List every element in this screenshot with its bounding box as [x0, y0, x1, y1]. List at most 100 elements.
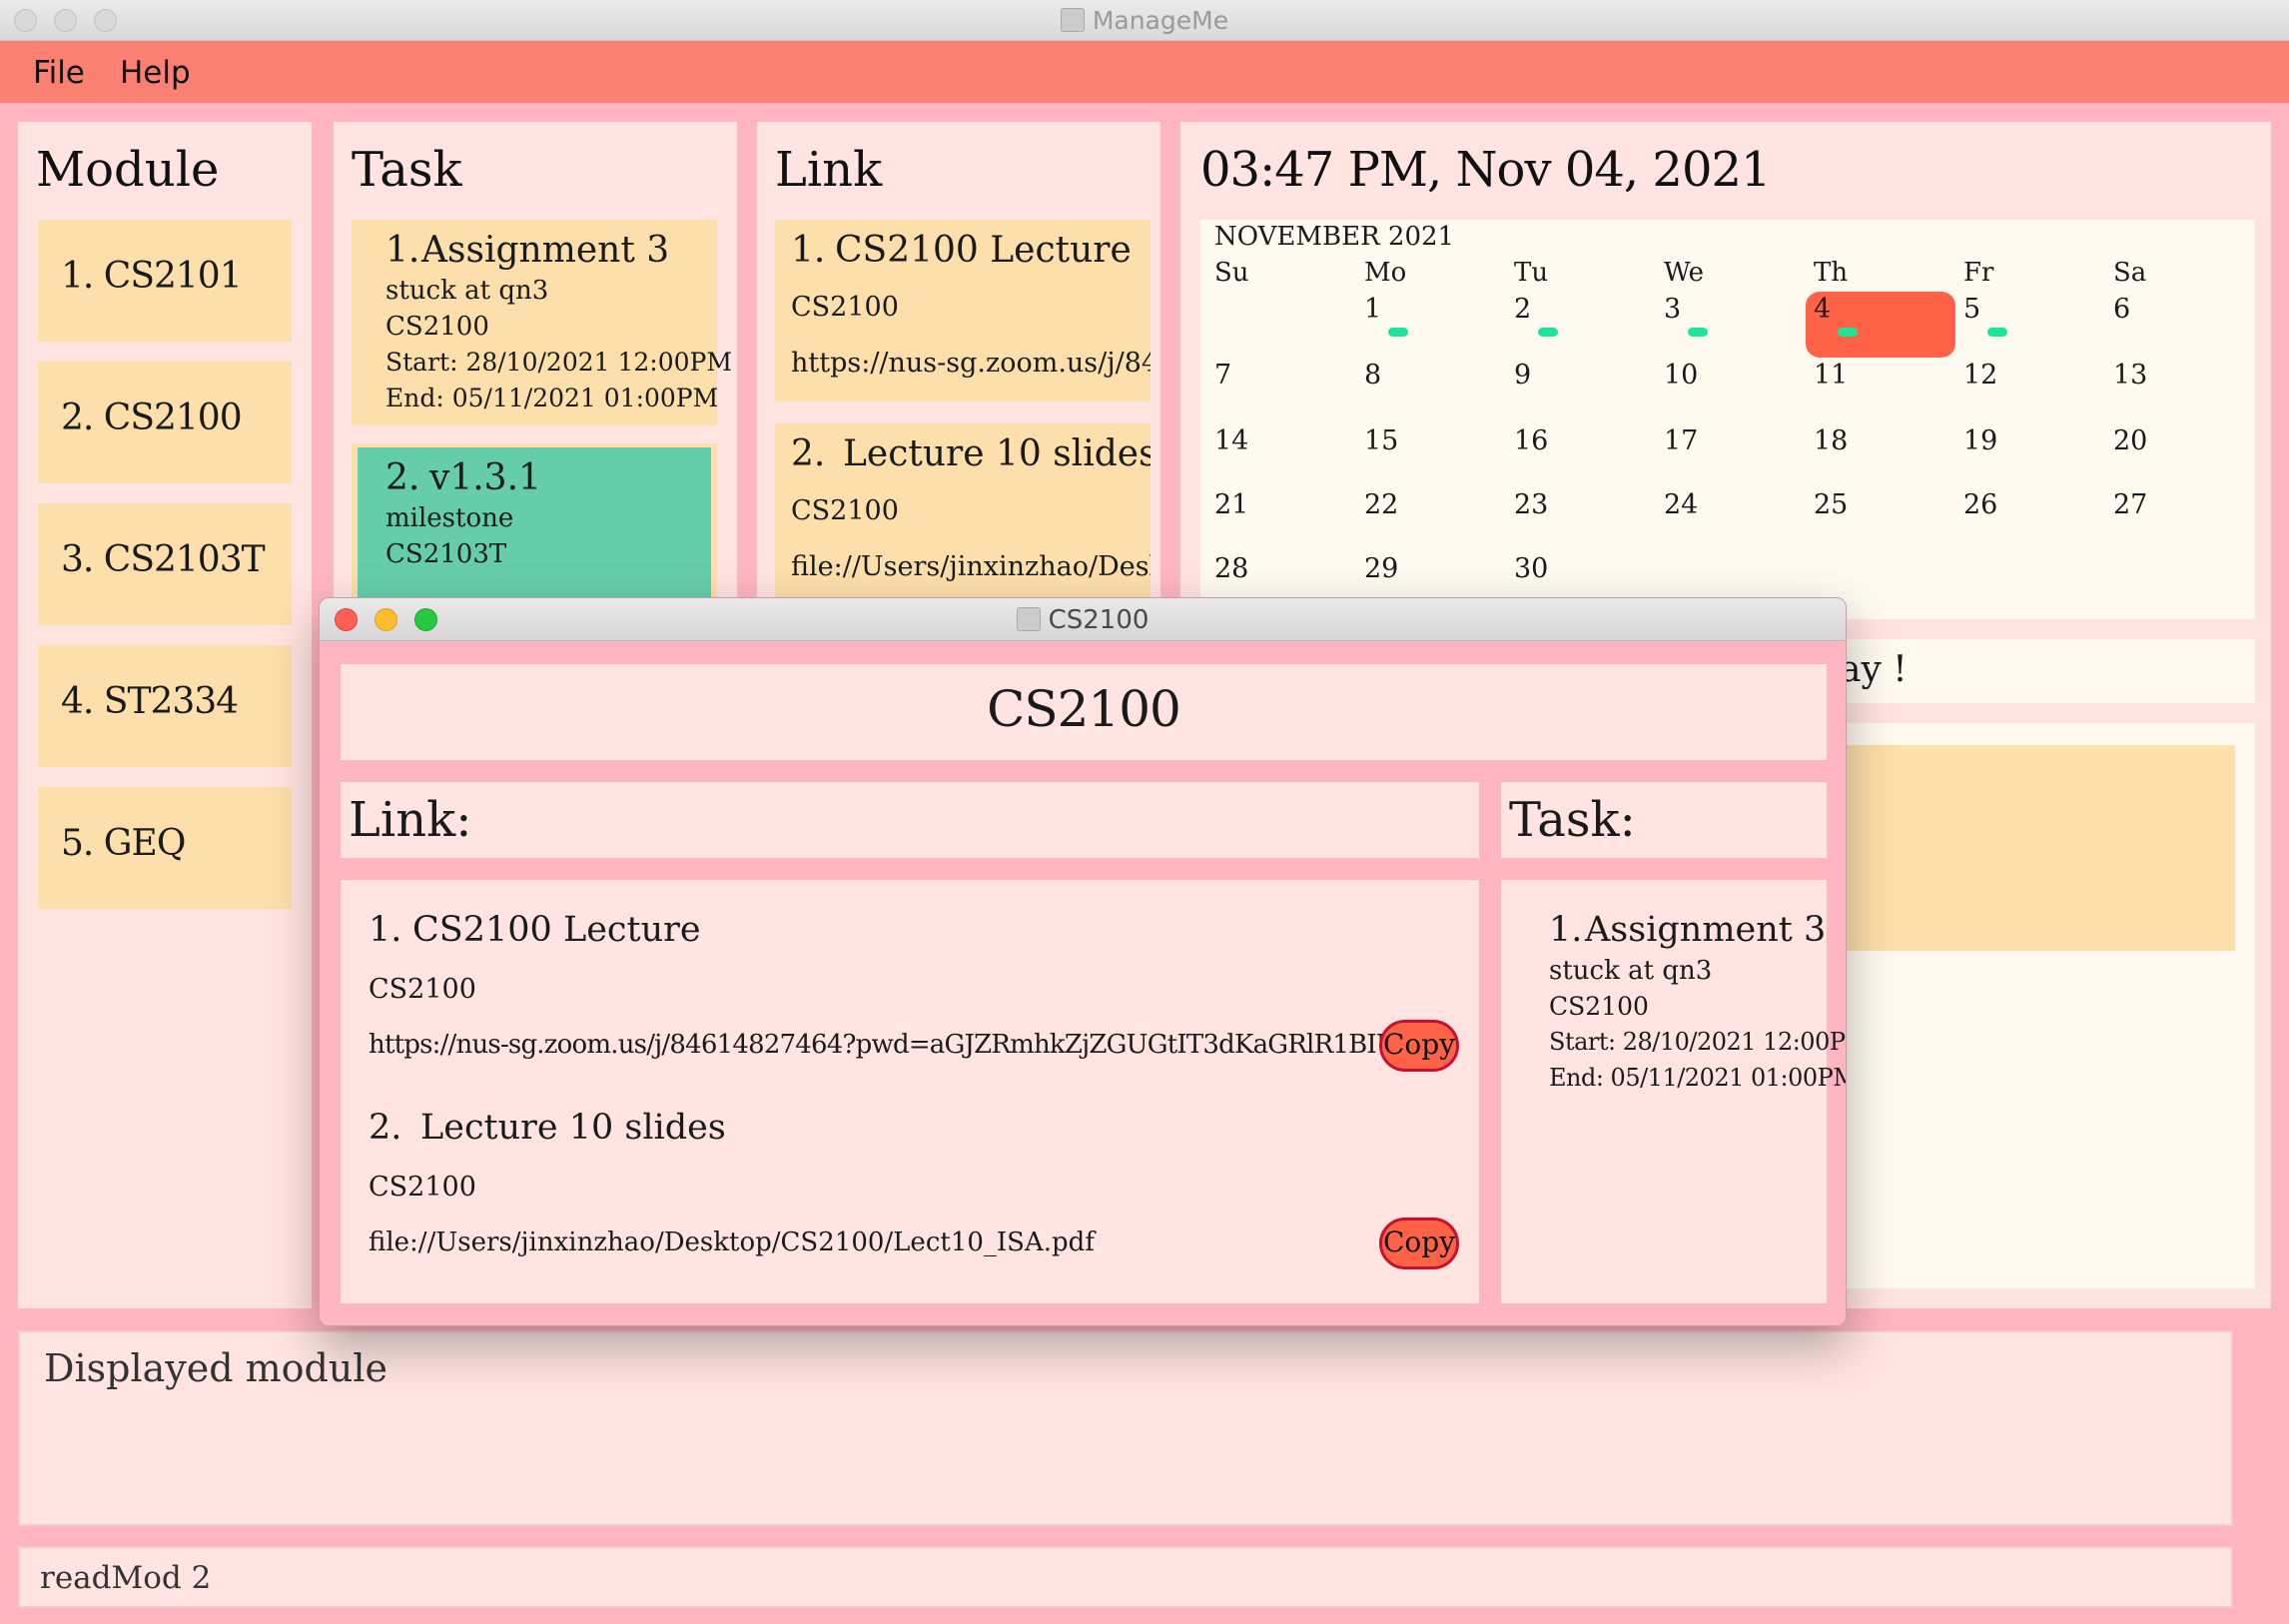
calendar-day[interactable]: 29 — [1364, 553, 1398, 584]
event-indicator — [1388, 328, 1408, 337]
link-card[interactable]: 2. Lecture 10 slides CS2100 file://Users… — [775, 423, 1150, 605]
menu-file[interactable]: File — [33, 55, 85, 91]
link-module: CS2100 — [791, 292, 899, 323]
calendar-day[interactable]: 26 — [1963, 489, 1997, 520]
calendar-day[interactable]: 2 — [1514, 294, 1531, 325]
link-name: CS2100 Lecture — [412, 910, 701, 950]
link-url[interactable]: https://nus-sg.zoom.us/j/84614 — [791, 348, 1150, 379]
link-module: CS2100 — [791, 495, 899, 526]
link-name: Lecture 10 slides — [420, 1108, 726, 1148]
popup-titlebar: CS2100 — [320, 598, 1846, 641]
module-card[interactable]: 3. CS2103T — [38, 503, 292, 625]
link-card[interactable]: 1. CS2100 Lecture CS2100 https://nus-sg.… — [775, 220, 1150, 402]
calendar-day[interactable]: 9 — [1514, 360, 1531, 391]
calendar-day[interactable]: 13 — [2113, 360, 2147, 391]
module-card[interactable]: 5. GEQ — [38, 787, 292, 909]
module-label: 5. GEQ — [61, 823, 186, 864]
command-box[interactable]: readMod 2 — [18, 1546, 2233, 1608]
module-label: 3. CS2103T — [61, 539, 266, 580]
calendar-day[interactable]: 25 — [1814, 489, 1848, 520]
task-number: 1. — [1549, 910, 1583, 950]
calendar-day[interactable]: 24 — [1664, 489, 1698, 520]
calendar-day[interactable]: 21 — [1214, 489, 1248, 520]
task-end: End: 05/11/2021 01:00PM — [1549, 1064, 1847, 1092]
task-end: End: 05/11/2021 01:00PM — [385, 384, 719, 412]
link-url[interactable]: file://Users/jinxinzhao/Desktop/CS2100/L… — [369, 1227, 1095, 1257]
calendar-day[interactable]: 23 — [1514, 489, 1548, 520]
popup-task-heading: Task: — [1509, 792, 1636, 848]
calendar-day[interactable]: 17 — [1664, 425, 1698, 456]
module-card[interactable]: 1. CS2101 — [38, 220, 292, 342]
calendar-day[interactable]: 10 — [1664, 360, 1698, 391]
calendar-day[interactable]: 8 — [1364, 360, 1381, 391]
result-display: Displayed module — [18, 1330, 2233, 1526]
module-card[interactable]: 2. CS2100 — [38, 362, 292, 483]
event-indicator — [1688, 328, 1708, 337]
popup-link-list: 1. CS2100 Lecture CS2100 https://nus-sg.… — [341, 880, 1479, 1303]
window-title: ManageMe — [0, 6, 2289, 35]
calendar-day[interactable]: 15 — [1364, 425, 1398, 456]
window-titlebar: ManageMe — [0, 0, 2289, 41]
task-module: CS2103T — [385, 539, 507, 569]
task-description: milestone — [385, 503, 514, 533]
popup-link-item: 1. CS2100 Lecture CS2100 https://nus-sg.… — [341, 880, 1479, 1080]
current-datetime: 03:47 PM, Nov 04, 2021 — [1200, 142, 1772, 198]
reminder-text: ay ! — [1840, 649, 1908, 690]
calendar-day[interactable]: 14 — [1214, 425, 1248, 456]
calendar-day-header: Sa — [2113, 258, 2147, 288]
menu-help[interactable]: Help — [120, 55, 191, 91]
calendar-day[interactable]: 12 — [1963, 360, 1997, 391]
app-icon — [1060, 8, 1085, 32]
event-indicator — [1987, 328, 2007, 337]
module-label: 2. CS2100 — [61, 398, 243, 438]
link-module: CS2100 — [369, 1172, 476, 1203]
link-url[interactable]: file://Users/jinxinzhao/Desktop — [791, 551, 1150, 582]
calendar-day[interactable]: 5 — [1963, 294, 1980, 325]
popup-link-heading: Link: — [349, 792, 472, 848]
link-name: Lecture 10 slides — [843, 433, 1150, 474]
module-popup-window: CS2100 CS2100 Link: Task: 1. CS2100 Lect… — [319, 597, 1847, 1326]
calendar-day[interactable]: 22 — [1364, 489, 1398, 520]
calendar-month: NOVEMBER 2021 — [1214, 222, 1455, 252]
popup-title: CS2100 — [320, 605, 1846, 635]
result-text: Displayed module — [44, 1346, 387, 1390]
module-card[interactable]: 4. ST2334 — [38, 645, 292, 767]
calendar-day[interactable]: 7 — [1214, 360, 1231, 391]
calendar-day[interactable]: 6 — [2113, 294, 2130, 325]
link-number: 2. — [791, 433, 826, 474]
task-module: CS2100 — [1549, 992, 1649, 1021]
calendar-day-header: Mo — [1364, 258, 1407, 288]
module-panel: Module 1. CS2101 2. CS2100 3. CS2103T 4.… — [18, 122, 312, 1308]
task-description: stuck at qn3 — [1549, 956, 1713, 986]
link-url[interactable]: https://nus-sg.zoom.us/j/84614827464?pwd… — [369, 1030, 1446, 1060]
popup-heading-box: CS2100 — [341, 664, 1827, 760]
calendar-day[interactable]: 19 — [1963, 425, 1997, 456]
calendar-day[interactable]: 20 — [2113, 425, 2147, 456]
task-number: 2. — [385, 457, 420, 498]
task-name: v1.3.1 — [429, 457, 541, 498]
calendar-day[interactable]: 1 — [1364, 294, 1381, 325]
copy-link-button[interactable]: Copy — [1379, 1218, 1459, 1269]
event-indicator — [1838, 328, 1858, 337]
task-heading: Task — [352, 142, 462, 198]
module-label: 4. ST2334 — [61, 681, 239, 722]
calendar-day[interactable]: 27 — [2113, 489, 2147, 520]
calendar-day-header: Su — [1214, 258, 1249, 288]
calendar-day[interactable]: 16 — [1514, 425, 1548, 456]
popup-title-text: CS2100 — [1048, 605, 1149, 635]
calendar-day[interactable]: 11 — [1814, 360, 1848, 391]
calendar-day[interactable]: 30 — [1514, 553, 1548, 584]
copy-link-button[interactable]: Copy — [1379, 1020, 1459, 1072]
task-card[interactable]: 1. Assignment 3 stuck at qn3 CS2100 Star… — [352, 220, 732, 425]
event-indicator — [1538, 328, 1558, 337]
link-number: 2. — [369, 1108, 402, 1148]
link-number: 1. — [791, 230, 826, 271]
calendar-day[interactable]: 3 — [1664, 294, 1681, 325]
calendar-day[interactable]: 28 — [1214, 553, 1248, 584]
app-icon — [1016, 607, 1041, 631]
command-input[interactable]: readMod 2 — [40, 1560, 211, 1596]
calendar-day[interactable]: 4 — [1814, 294, 1831, 325]
task-module: CS2100 — [385, 312, 489, 342]
calendar-day[interactable]: 18 — [1814, 425, 1848, 456]
popup-link-item: 2. Lecture 10 slides CS2100 file://Users… — [341, 1080, 1479, 1279]
